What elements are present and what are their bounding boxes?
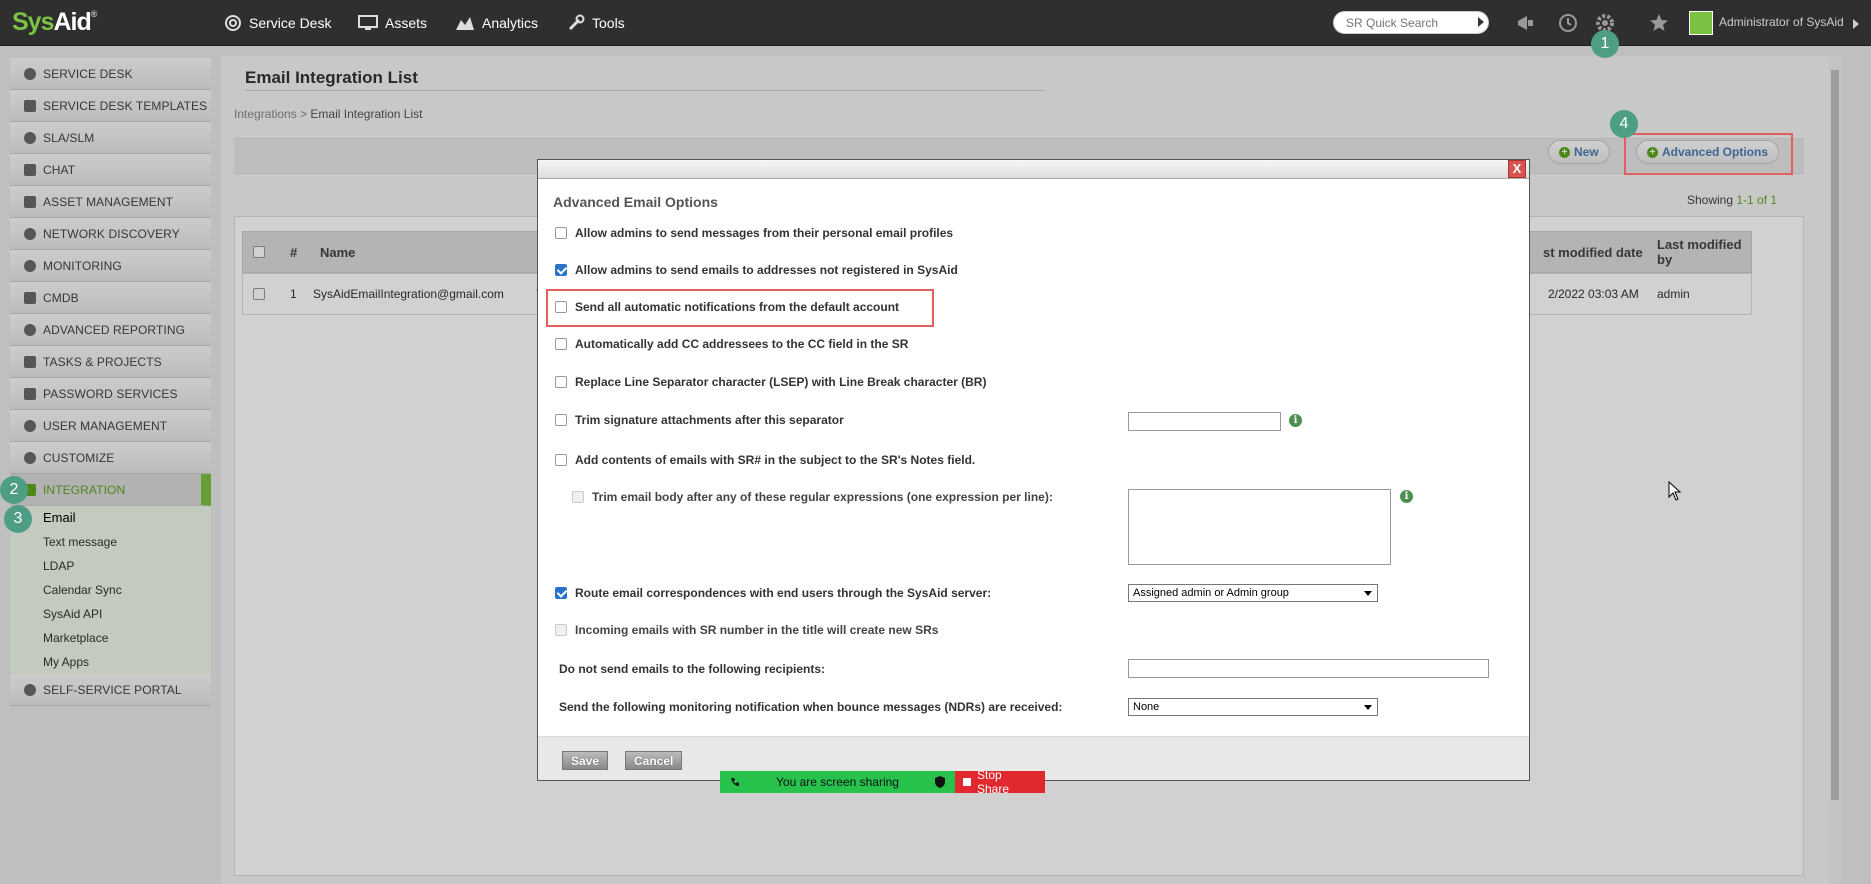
lifebuoy-icon [225, 15, 241, 31]
option-trim-email-body[interactable]: Trim email body after any of these regul… [572, 490, 1053, 504]
option-trim-signature[interactable]: Trim signature attachments after this se… [555, 413, 844, 427]
signature-separator-input[interactable] [1128, 412, 1281, 431]
sysaid-logo[interactable]: SysAid® [12, 8, 97, 37]
option-personal-email-profiles[interactable]: Allow admins to send messages from their… [555, 226, 953, 240]
highlight-advanced-options [1624, 133, 1793, 175]
bounce-label: Send the following monitoring notificati… [559, 700, 1063, 714]
checkbox-checked[interactable] [555, 264, 567, 276]
user-avatar[interactable] [1689, 11, 1713, 35]
step-badge-2: 2 [0, 476, 28, 504]
option-auto-cc[interactable]: Automatically add CC addressees to the C… [555, 337, 908, 351]
shield-icon [934, 776, 945, 788]
checkbox[interactable] [555, 376, 567, 388]
step-badge-1: 1 [1591, 30, 1619, 58]
sr-quick-search-input[interactable] [1333, 11, 1489, 34]
checkbox[interactable] [555, 454, 567, 466]
phone-icon [731, 778, 739, 786]
megaphone-icon[interactable] [1515, 12, 1537, 34]
checkbox[interactable] [555, 338, 567, 350]
clock-icon[interactable] [1557, 12, 1579, 34]
advanced-email-options-dialog: X Advanced Email Options Allow admins to… [537, 159, 1530, 781]
info-icon[interactable]: i [1400, 490, 1413, 503]
user-menu-caret-icon[interactable] [1853, 19, 1859, 29]
checkbox-checked[interactable] [555, 587, 567, 599]
screen-share-bar: You are screen sharing Stop Share [720, 768, 1045, 796]
step-badge-3: 3 [4, 505, 32, 533]
checkbox-disabled[interactable] [572, 491, 584, 503]
cancel-button[interactable]: Cancel [625, 751, 683, 770]
route-target-select[interactable]: Assigned admin or Admin group [1128, 584, 1378, 602]
user-name[interactable]: Administrator of SysAid [1719, 15, 1844, 29]
bounce-notification-select[interactable]: None [1128, 698, 1378, 716]
option-unregistered-addresses[interactable]: Allow admins to send emails to addresses… [555, 263, 958, 277]
info-icon[interactable]: i [1289, 414, 1302, 427]
mouse-cursor-icon [1668, 481, 1682, 501]
monitor-icon [358, 15, 378, 30]
stop-icon [963, 778, 971, 786]
chart-icon [456, 17, 474, 30]
top-bar: SysAid® Service Desk Assets Analytics To… [0, 0, 1871, 46]
wrench-icon [568, 14, 585, 31]
nav-service-desk[interactable]: Service Desk [224, 0, 331, 46]
checkbox[interactable] [555, 414, 567, 426]
search-go-icon[interactable] [1478, 17, 1484, 27]
option-route-email[interactable]: Route email correspondences with end use… [555, 586, 991, 600]
step-badge-4: 4 [1610, 110, 1638, 138]
save-button[interactable]: Save [562, 751, 609, 770]
nav-analytics[interactable]: Analytics [455, 0, 538, 46]
dialog-heading: Advanced Email Options [553, 194, 718, 210]
nav-tools[interactable]: Tools [567, 0, 625, 46]
checkbox-disabled[interactable] [555, 624, 567, 636]
regex-textarea[interactable] [1128, 489, 1391, 565]
stop-share-button[interactable]: Stop Share [955, 768, 1045, 796]
screen-sharing-indicator: You are screen sharing [720, 771, 955, 793]
checkbox[interactable] [555, 227, 567, 239]
no-send-label: Do not send emails to the following reci… [559, 662, 826, 676]
close-icon[interactable]: X [1508, 160, 1526, 178]
nav-assets[interactable]: Assets [358, 0, 427, 46]
option-incoming-new-srs[interactable]: Incoming emails with SR number in the ti… [555, 623, 938, 637]
no-send-recipients-input[interactable] [1128, 659, 1489, 678]
star-icon[interactable] [1648, 12, 1670, 34]
dialog-titlebar [538, 160, 1529, 179]
option-replace-lsep[interactable]: Replace Line Separator character (LSEP) … [555, 375, 986, 389]
option-notes-field[interactable]: Add contents of emails with SR# in the s… [555, 453, 975, 467]
highlight-default-account-option [546, 289, 934, 327]
